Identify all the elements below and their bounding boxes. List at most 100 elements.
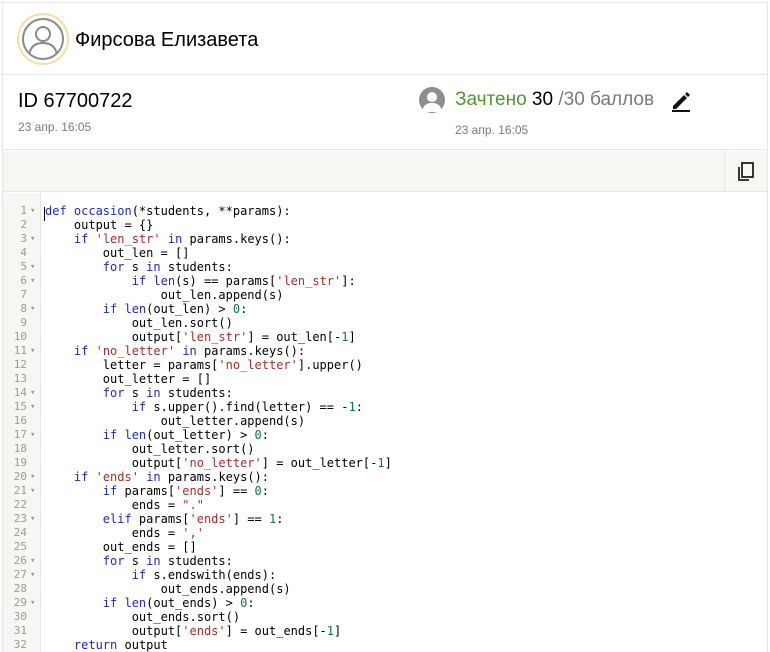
line-number: 11 (13, 344, 27, 357)
code-line: 23 ▾ elif params['ends'] == 1: (3, 512, 767, 526)
code-text: out_letter.sort() (45, 442, 255, 456)
code-line: 3 ▾ if 'len_str' in params.keys(): (3, 232, 767, 246)
user-icon (22, 18, 64, 60)
code-text: def occasion(*students, **params): (45, 204, 291, 218)
line-number: 27 (13, 568, 27, 581)
code-text: for s in students: (102, 386, 233, 400)
copy-code-button[interactable] (724, 151, 767, 192)
code-line: 25 out_ends = [] (3, 540, 767, 554)
code-line: 8 ▾ if len(out_len) > 0: (3, 302, 767, 316)
line-number: 22 (13, 498, 27, 511)
student-avatar[interactable] (17, 13, 69, 65)
code-line: 20 ▾ if 'ends' in params.keys(): (3, 470, 767, 484)
code-line: 13 out_letter = [] (3, 372, 767, 386)
text-cursor (44, 207, 45, 221)
line-number: 29 (13, 596, 27, 609)
code-line: 19 output['no_letter'] = out_letter[-1] (3, 456, 767, 470)
code-line: 32 return output (3, 638, 767, 652)
fold-toggle-icon[interactable]: ▾ (30, 260, 35, 274)
line-number: 6 (20, 274, 27, 287)
code-line: 18 out_letter.sort() (3, 442, 767, 456)
line-number: 17 (13, 428, 27, 441)
line-number: 9 (20, 316, 27, 329)
submission-timestamp: 23 апр. 16:05 (18, 120, 92, 134)
submission-id: ID 67700722 (18, 90, 133, 112)
fold-toggle-icon[interactable]: ▾ (30, 484, 35, 498)
code-text: out_ends.append(s) (45, 582, 291, 596)
pencil-icon (672, 92, 690, 112)
code-toolbar (3, 151, 767, 192)
code-text: out_len.append(s) (45, 288, 284, 302)
code-text: if 'len_str' in params.keys(): (73, 232, 291, 246)
line-number: 19 (13, 456, 27, 469)
code-viewer[interactable]: 1 ▾ def occasion(*students, **params): 2 ou… (3, 193, 767, 652)
fold-toggle-icon[interactable]: ▾ (30, 596, 35, 610)
code-text: out_ends = [] (45, 540, 197, 554)
grade-max: /30 баллов (558, 89, 655, 110)
fold-toggle-icon[interactable]: ▾ (30, 400, 35, 414)
grade-status: Зачтено (455, 89, 527, 110)
code-text: output['len_str'] = out_len[-1] (45, 330, 356, 344)
line-number: 13 (13, 372, 27, 385)
line-number: 15 (13, 400, 27, 413)
line-number: 32 (13, 638, 27, 651)
reviewer-avatar-icon (419, 87, 445, 113)
code-text: ends = ',' (45, 526, 204, 540)
code-text: if len(out_len) > 0: (102, 302, 248, 316)
code-line: 14 ▾ for s in students: (3, 386, 767, 400)
code-line: 2 output = {} (3, 218, 767, 232)
code-line: 29 ▾ if len(out_ends) > 0: (3, 596, 767, 610)
code-line: 28 out_ends.append(s) (3, 582, 767, 596)
code-text: if 'ends' in params.keys(): (73, 470, 270, 484)
fold-toggle-icon[interactable]: ▾ (30, 386, 35, 400)
fold-toggle-icon[interactable]: ▾ (30, 428, 35, 442)
line-number: 23 (13, 512, 27, 525)
submission-meta: ID 67700722 23 апр. 16:05 Зачтено 30 /30… (3, 76, 767, 150)
edit-grade-button[interactable] (669, 89, 693, 113)
line-number: 31 (13, 624, 27, 637)
code-line: 15 ▾ if s.upper().find(letter) == -1: (3, 400, 767, 414)
line-number: 16 (13, 414, 27, 427)
line-number: 18 (13, 442, 27, 455)
fold-toggle-icon[interactable]: ▾ (30, 568, 35, 582)
code-text: out_len = [] (45, 246, 190, 260)
review-panel: Фирсова Елизавета ID 67700722 23 апр. 16… (2, 2, 768, 652)
code-text: out_ends.sort() (45, 610, 241, 624)
code-line: 10 output['len_str'] = out_len[-1] (3, 330, 767, 344)
code-line: 30 out_ends.sort() (3, 610, 767, 624)
line-number: 30 (13, 610, 27, 623)
code-text: out_len.sort() (45, 316, 233, 330)
line-number: 14 (13, 386, 27, 399)
code-line: 9 out_len.sort() (3, 316, 767, 330)
fold-toggle-icon[interactable]: ▾ (30, 344, 35, 358)
code-line: 4 out_len = [] (3, 246, 767, 260)
code-text: return output (73, 638, 168, 652)
code-line: 12 letter = params['no_letter'].upper() (3, 358, 767, 372)
line-number: 3 (20, 232, 27, 245)
line-number: 25 (13, 540, 27, 553)
code-line: 11 ▾ if 'no_letter' in params.keys(): (3, 344, 767, 358)
grade-timestamp: 23 апр. 16:05 (455, 123, 529, 137)
line-number: 10 (13, 330, 27, 343)
line-number: 28 (13, 582, 27, 595)
line-number: 1 (20, 204, 27, 217)
line-number: 7 (20, 288, 27, 301)
code-line: 22 ends = "." (3, 498, 767, 512)
fold-toggle-icon[interactable]: ▾ (30, 470, 35, 484)
fold-toggle-icon[interactable]: ▾ (30, 302, 35, 316)
code-text: if len(s) == params['len_str']: (131, 274, 356, 288)
code-text: if len(out_letter) > 0: (102, 428, 270, 442)
code-line: 16 out_letter.append(s) (3, 414, 767, 428)
fold-toggle-icon[interactable]: ▾ (30, 232, 35, 246)
fold-toggle-icon[interactable]: ▾ (30, 554, 35, 568)
code-text: output = {} (45, 218, 154, 232)
line-number: 12 (13, 358, 27, 371)
fold-toggle-icon[interactable]: ▾ (30, 274, 35, 288)
code-text: out_letter = [] (45, 372, 212, 386)
line-number: 24 (13, 526, 27, 539)
code-text: if s.endswith(ends): (131, 568, 277, 582)
fold-toggle-icon[interactable]: ▾ (30, 512, 35, 526)
grade-summary: Зачтено 30 /30 баллов (455, 89, 654, 111)
fold-toggle-icon[interactable]: ▾ (30, 204, 35, 218)
code-line: 21 ▾ if params['ends'] == 0: (3, 484, 767, 498)
